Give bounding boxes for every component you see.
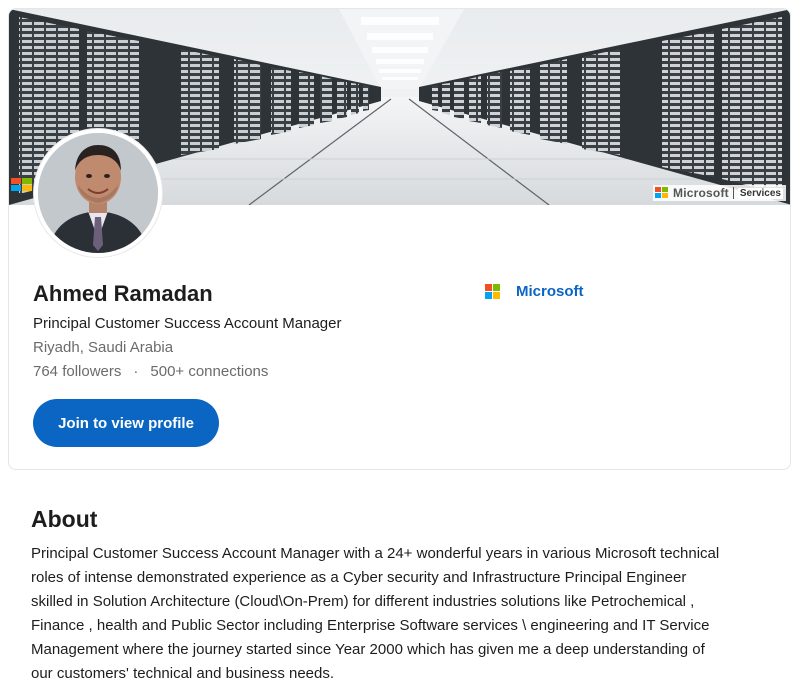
stats-separator: · [133,363,139,380]
cover-brand-name: Microsoft [673,186,729,200]
about-line: skilled in Solution Architecture (Cloud\… [31,593,695,610]
join-to-view-profile-button[interactable]: Join to view profile [33,399,219,447]
company-name[interactable]: Microsoft [516,283,584,300]
microsoft-logo-icon [485,284,500,299]
followers-count: 764 followers [33,363,122,380]
about-line: Management where the journey started sin… [31,641,705,658]
cover-microsoft-logo-icon [11,178,33,192]
avatar [34,129,162,257]
about-line: our customers' technical and business ne… [31,665,335,682]
profile-photo [38,133,158,253]
profile-location: Riyadh, Saudi Arabia [33,339,174,356]
profile-name: Ahmed Ramadan [33,281,213,306]
profile-headline: Principal Customer Success Account Manag… [33,315,342,332]
about-text: Principal Customer Success Account Manag… [31,542,771,686]
connections-count: 500+ connections [150,363,269,380]
about-heading: About [31,506,98,532]
about-line: Principal Customer Success Account Manag… [31,545,720,562]
profile-card: Microsoft Services Ahmed Ramadan Princip… [8,8,791,470]
microsoft-logo-icon [655,187,669,199]
cover-brand-mark: Microsoft Services [653,185,786,201]
about-line: roles of intense demonstrated experience… [31,569,687,586]
cover-brand-sub: Services [737,187,783,199]
about-line: Finance , health and Public Sector inclu… [31,617,710,634]
current-company-link[interactable]: Microsoft [485,283,584,300]
profile-stats: 764 followers · 500+ connections [33,363,268,380]
cover-brand-divider [732,187,734,199]
